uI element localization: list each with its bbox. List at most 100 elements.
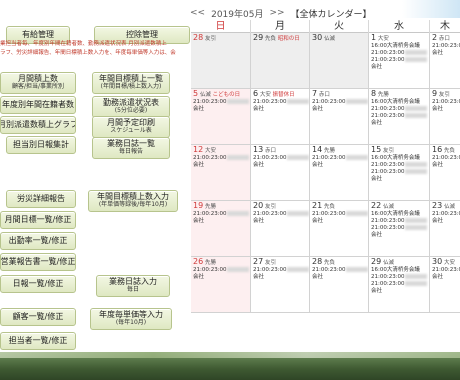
- prev-month-link[interactable]: <<: [190, 8, 205, 18]
- schedule-entry[interactable]: 21:00:23:00: [371, 274, 427, 281]
- schedule-entry[interactable]: 会社: [432, 106, 458, 113]
- calendar-day-cell[interactable]: 30 大安21:00:23:00会社: [429, 257, 460, 313]
- schedule-entry[interactable]: 会社: [253, 162, 307, 169]
- schedule-entry[interactable]: 16:00大清桥务会議: [371, 155, 427, 162]
- work-log-input-button[interactable]: 業務日誌入力 毎日: [96, 275, 170, 297]
- schedule-entry[interactable]: 21:00:23:00: [193, 267, 249, 274]
- schedule-entry[interactable]: 会社: [193, 274, 248, 281]
- work-log-list-button[interactable]: 業務日誌一覧 毎日報告: [92, 137, 170, 159]
- annual-staff-count-button[interactable]: 年度別年間在籍者数: [0, 96, 76, 114]
- schedule-entry[interactable]: 21:00:23:00: [371, 57, 427, 64]
- monthly-dispatch-graph-button[interactable]: 月別派遣数積上グラフ: [0, 116, 76, 134]
- calendar-day-cell[interactable]: 16 先負21:00:23:00会社: [429, 145, 460, 201]
- calendar-day-cell[interactable]: 28 友引: [191, 33, 250, 89]
- schedule-entry[interactable]: 21:00:23:00: [432, 155, 460, 162]
- schedule-entry[interactable]: 21:00:23:00: [253, 211, 309, 218]
- accident-report-button[interactable]: 労災詳細報告: [6, 190, 76, 208]
- schedule-entry[interactable]: 21:00:23:00: [371, 225, 427, 232]
- calendar-day-cell[interactable]: 22 仏滅 16:00大清桥务会議 21:00:23:00 21:00:23:00 会社: [368, 201, 429, 257]
- calendar-day-cell[interactable]: 1 大安 16:00大清桥务会議 21:00:23:00 21:00:23:00 会社: [368, 33, 429, 89]
- monthly-target-list-button[interactable]: 月間日標一覧/修正: [0, 211, 76, 229]
- sales-report-list-button[interactable]: 営業報告書一覧/修正: [0, 253, 76, 271]
- calendar-day-cell[interactable]: 2 赤口21:00:23:00会社: [429, 33, 460, 89]
- calendar-day-cell[interactable]: 8 先勝 16:00大清桥务会議 21:00:23:00 21:00:23:00 会社: [368, 89, 429, 145]
- schedule-entry[interactable]: 16:00大清桥务会議: [371, 267, 427, 274]
- schedule-entry[interactable]: 会社: [432, 162, 458, 169]
- schedule-entry[interactable]: 21:00:23:00: [253, 267, 309, 274]
- schedule-entry[interactable]: 会社: [253, 218, 307, 225]
- schedule-entry[interactable]: 会社: [371, 64, 427, 71]
- schedule-entry[interactable]: 16:00大清桥务会議: [371, 43, 427, 50]
- schedule-entry[interactable]: 会社: [432, 218, 458, 225]
- schedule-entry[interactable]: 会社: [312, 218, 366, 225]
- schedule-entry[interactable]: 21:00:23:00: [371, 162, 427, 169]
- schedule-entry[interactable]: 会社: [432, 50, 458, 57]
- schedule-entry[interactable]: 21:00:23:00: [312, 99, 368, 106]
- schedule-entry[interactable]: 会社: [371, 232, 427, 239]
- calendar-day-cell[interactable]: 29 先負 昭和の日: [250, 33, 309, 89]
- schedule-entry[interactable]: 21:00:23:00: [253, 155, 309, 162]
- schedule-entry[interactable]: 16:00大清桥务会議: [371, 99, 427, 106]
- schedule-entry[interactable]: 21:00:23:00: [371, 50, 427, 57]
- schedule-entry[interactable]: 会社: [371, 120, 427, 127]
- calendar-day-cell[interactable]: 20 友引 21:00:23:00 会社: [250, 201, 309, 257]
- monthly-accumulation-button[interactable]: 月間積上数 顧客/担当/事業所別: [0, 72, 76, 94]
- schedule-entry[interactable]: 21:00:23:00: [312, 267, 368, 274]
- schedule-entry[interactable]: 会社: [253, 106, 307, 113]
- calendar-day-cell[interactable]: 19 先勝 21:00:23:00 会社: [191, 201, 250, 257]
- schedule-text: 21:00:23:00: [371, 225, 405, 231]
- daily-report-list-button[interactable]: 日報一覧/修正: [0, 275, 76, 293]
- calendar-day-cell[interactable]: 23 仏滅21:00:23:00会社: [429, 201, 460, 257]
- schedule-entry[interactable]: 21:00:23:00: [371, 169, 427, 176]
- schedule-entry[interactable]: 21:00:23:00: [432, 211, 460, 218]
- calendar-day-cell[interactable]: 5 仏滅 こどもの日 21:00:23:00 会社: [191, 89, 250, 145]
- schedule-entry[interactable]: 21:00:23:00: [312, 155, 368, 162]
- calendar-day-cell[interactable]: 30 仏滅: [309, 33, 368, 89]
- schedule-entry[interactable]: 21:00:23:00: [432, 43, 460, 50]
- schedule-entry[interactable]: 会社: [312, 162, 366, 169]
- schedule-entry[interactable]: 21:00:23:00: [312, 211, 368, 218]
- staff-daily-summary-button[interactable]: 担当別日報集計: [6, 136, 76, 154]
- calendar-day-cell[interactable]: 29 仏滅 16:00大清桥务会議 21:00:23:00 21:00:23:00 会社: [368, 257, 429, 313]
- schedule-entry[interactable]: 会社: [312, 106, 366, 113]
- schedule-entry[interactable]: 会社: [371, 176, 427, 183]
- schedule-entry[interactable]: 21:00:23:00: [193, 99, 249, 106]
- schedule-entry[interactable]: 会社: [253, 274, 307, 281]
- calendar-day-cell[interactable]: 26 先勝 21:00:23:00 会社: [191, 257, 250, 313]
- calendar-day-cell[interactable]: 12 大安 21:00:23:00 会社: [191, 145, 250, 201]
- schedule-entry[interactable]: 会社: [432, 274, 458, 281]
- schedule-entry[interactable]: 21:00:23:00: [432, 267, 460, 274]
- schedule-entry[interactable]: 21:00:23:00: [371, 281, 427, 288]
- schedule-entry[interactable]: 21:00:23:00: [253, 99, 309, 106]
- schedule-entry[interactable]: 21:00:23:00: [193, 211, 249, 218]
- calendar-day-cell[interactable]: 7 赤口 21:00:23:00 会社: [309, 89, 368, 145]
- schedule-entry[interactable]: 会社: [371, 288, 427, 295]
- schedule-entry[interactable]: 会社: [193, 106, 248, 113]
- calendar-day-cell[interactable]: 21 先負 21:00:23:00 会社: [309, 201, 368, 257]
- calendar-day-cell[interactable]: 28 先負 21:00:23:00 会社: [309, 257, 368, 313]
- calendar-day-cell[interactable]: 15 友引 16:00大清桥务会議 21:00:23:00 21:00:23:00 会社: [368, 145, 429, 201]
- schedule-entry[interactable]: 会社: [193, 162, 248, 169]
- dispatch-status-button[interactable]: 勤務派遣状況表 (5分位必要): [92, 96, 170, 118]
- annual-target-input-button[interactable]: 年間目標積上数入力 (年単価等録後/毎年10月): [88, 190, 178, 212]
- schedule-entry[interactable]: 会社: [312, 274, 366, 281]
- schedule-entry[interactable]: 21:00:23:00: [371, 113, 427, 120]
- schedule-entry[interactable]: 21:00:23:00: [371, 106, 427, 113]
- calendar-day-cell[interactable]: 14 先勝 21:00:23:00 会社: [309, 145, 368, 201]
- calendar-day-cell[interactable]: 9 友引21:00:23:00会社: [429, 89, 460, 145]
- monthly-schedule-print-button[interactable]: 月間予定印刷 スケジュール表: [92, 116, 170, 138]
- calendar-day-cell[interactable]: 6 大安 振替休日 21:00:23:00 会社: [250, 89, 309, 145]
- attendance-rate-list-button[interactable]: 出勤率一覧/修正: [0, 232, 76, 250]
- schedule-entry[interactable]: 21:00:23:00: [432, 99, 460, 106]
- customer-list-button[interactable]: 顧客一覧/修正: [0, 308, 76, 326]
- calendar-day-cell[interactable]: 27 友引 21:00:23:00 会社: [250, 257, 309, 313]
- next-month-link[interactable]: >>: [269, 8, 284, 18]
- schedule-entry[interactable]: 会社: [193, 218, 248, 225]
- annual-unit-price-input-button[interactable]: 年度毎単価等入力 (毎年10月): [90, 308, 172, 330]
- calendar-day-cell[interactable]: 13 赤口 21:00:23:00 会社: [250, 145, 309, 201]
- schedule-entry[interactable]: 21:00:23:00: [371, 218, 427, 225]
- schedule-entry[interactable]: 21:00:23:00: [193, 155, 249, 162]
- staff-list-button[interactable]: 担当者一覧/修正: [0, 332, 76, 350]
- schedule-entry[interactable]: 16:00大清桥务会議: [371, 211, 427, 218]
- annual-target-list-button[interactable]: 年間目標積上一覧 (年間目標/積上数入力): [92, 72, 170, 94]
